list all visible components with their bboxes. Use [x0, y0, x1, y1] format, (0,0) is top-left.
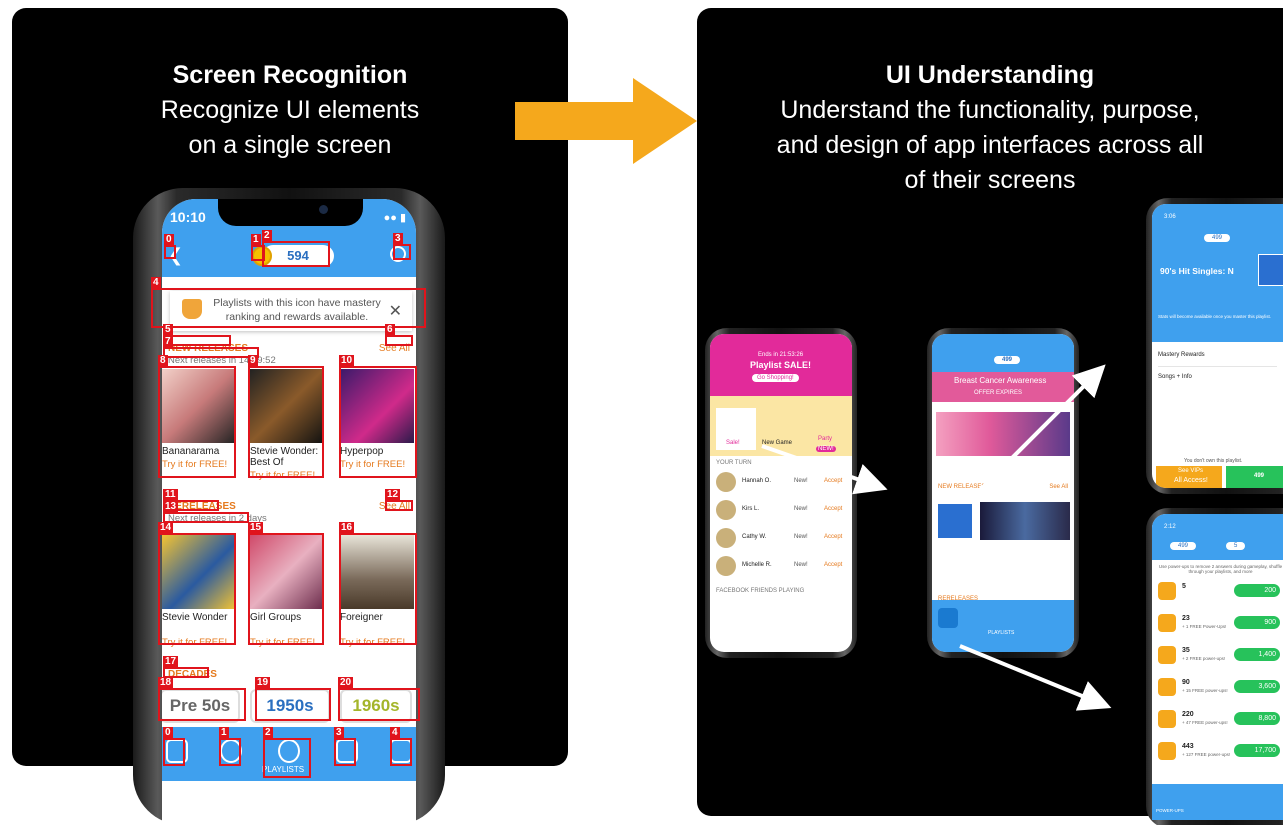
figure: Screen Recognition Recognize UI elements…: [0, 0, 1283, 825]
arrow-tab-to-powerups: [959, 644, 1112, 711]
arrow-home-to-playlists: [761, 444, 888, 495]
connector-arrows: [761, 364, 1112, 711]
arrow-playlists-to-detail: [968, 364, 1106, 502]
